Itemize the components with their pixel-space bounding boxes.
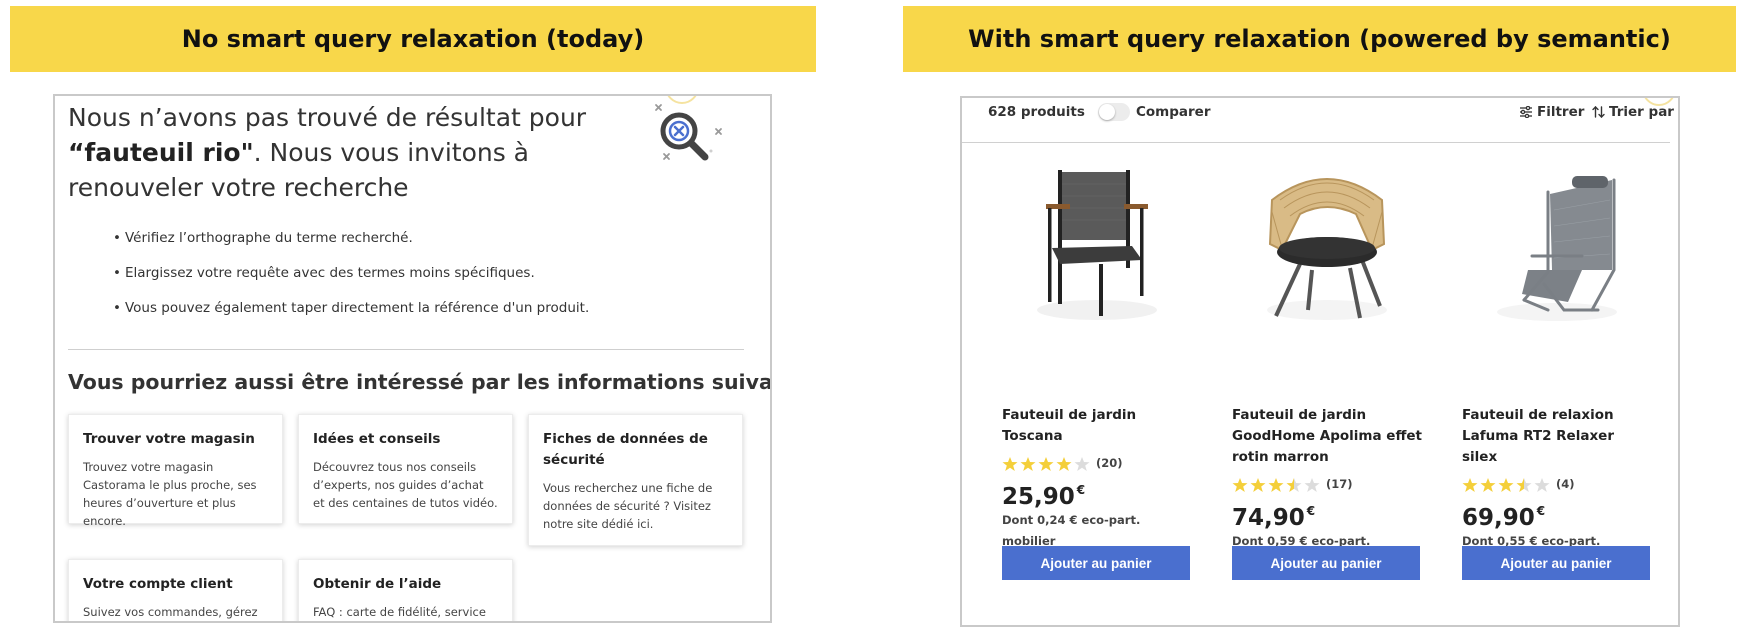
review-count: (4): [1556, 477, 1575, 491]
card-description: FAQ : carte de fidélité, service: [313, 605, 486, 619]
price-value: 69,90: [1462, 505, 1535, 531]
card-description: Découvrez tous nos conseils d’experts, n…: [313, 460, 498, 510]
results-toolbar: 628 produits Comparer Filtrer Trier par: [962, 98, 1678, 142]
price-value: 74,90: [1232, 505, 1305, 531]
no-results-screenshot: Nous n’avons pas trouvé de résultat pour…: [53, 94, 772, 623]
review-count: (17): [1326, 477, 1353, 491]
search-query: “fauteuil rio": [68, 138, 254, 167]
product-card[interactable]: Fauteuil de jardin Toscana (20) 25,90 € D…: [1002, 160, 1192, 548]
product-image[interactable]: [1462, 160, 1652, 360]
compare-label: Comparer: [1136, 104, 1211, 120]
star-icon: [1480, 477, 1496, 492]
card-title: Idées et conseils: [313, 431, 441, 447]
star-rating: [1002, 456, 1090, 472]
star-icon: [1038, 456, 1054, 471]
add-to-cart-button[interactable]: Ajouter au panier: [1232, 546, 1420, 580]
no-results-message: Nous n’avons pas trouvé de résultat pour…: [68, 100, 658, 205]
star-icon: [1232, 477, 1248, 492]
divider: [68, 349, 744, 350]
sort-label: Trier par: [1609, 104, 1674, 120]
add-to-cart-button[interactable]: Ajouter au panier: [1002, 546, 1190, 580]
rating: (17): [1232, 474, 1422, 495]
currency: €: [1076, 483, 1086, 497]
card-get-help[interactable]: Obtenir de l’aide FAQ : carte de fidélit…: [298, 559, 513, 621]
comparison-label-semantic: With smart query relaxation (powered by …: [903, 6, 1736, 72]
currency: €: [1306, 504, 1316, 518]
price: 74,90 €: [1232, 501, 1422, 531]
tip-item: Vous pouvez également taper directement …: [113, 299, 589, 334]
product-name[interactable]: Fauteuil de relaxion Lafuma RT2 Relaxer …: [1462, 405, 1652, 468]
card-title: Fiches de données de sécurité: [543, 431, 708, 468]
banner-title-right: With smart query relaxation (powered by …: [968, 25, 1671, 53]
product-card[interactable]: Fauteuil de jardin GoodHome Apolima effe…: [1232, 160, 1422, 569]
result-count: 628 produits: [988, 104, 1085, 120]
card-title: Obtenir de l’aide: [313, 576, 442, 592]
card-customer-account[interactable]: Votre compte client Suivez vos commandes…: [68, 559, 283, 621]
filter-label: Filtrer: [1537, 104, 1585, 120]
star-icon: [1002, 456, 1018, 471]
product-name[interactable]: Fauteuil de jardin Toscana: [1002, 405, 1192, 447]
star-icon: [1462, 477, 1478, 492]
price: 69,90 €: [1462, 501, 1652, 531]
tip-item: Vérifiez l’orthographe du terme recherch…: [113, 229, 589, 264]
chair-icon: [1037, 170, 1157, 320]
card-safety-data-sheets[interactable]: Fiches de données de sécurité Vous reche…: [528, 414, 743, 546]
filter-button[interactable]: Filtrer: [1519, 104, 1584, 120]
rating: (4): [1462, 474, 1652, 495]
star-icon: [1056, 456, 1072, 471]
star-rating: [1232, 477, 1320, 493]
banner-title-left: No smart query relaxation (today): [181, 25, 645, 53]
toolbar-divider: [962, 142, 1670, 143]
star-icon: [1304, 477, 1320, 492]
card-ideas-advice[interactable]: Idées et conseils Découvrez tous nos con…: [298, 414, 513, 524]
card-title: Votre compte client: [83, 576, 233, 592]
more-info-heading: Vous pourriez aussi être intéressé par l…: [68, 370, 772, 394]
star-icon: [1020, 456, 1036, 471]
price: 25,90 €: [1002, 480, 1192, 510]
product-image[interactable]: [1002, 160, 1192, 360]
relax-chair-icon: [1497, 176, 1617, 321]
card-description: Suivez vos commandes, gérez vos: [83, 605, 258, 619]
product-card[interactable]: Fauteuil de relaxion Lafuma RT2 Relaxer …: [1462, 160, 1652, 569]
review-count: (20): [1096, 456, 1123, 470]
sort-button[interactable]: Trier par: [1592, 104, 1674, 120]
product-name[interactable]: Fauteuil de jardin GoodHome Apolima effe…: [1232, 405, 1422, 468]
search-tips-list: Vérifiez l’orthographe du terme recherch…: [113, 229, 589, 334]
product-info: Fauteuil de jardin Toscana (20) 25,90 € D…: [1002, 405, 1192, 552]
rattan-chair-icon: [1267, 178, 1387, 320]
currency: €: [1536, 504, 1546, 518]
price-value: 25,90: [1002, 484, 1075, 510]
magnifier-illustration-icon: [653, 99, 733, 179]
rating: (20): [1002, 453, 1192, 474]
product-results-screenshot: 628 produits Comparer Filtrer Trier par: [960, 96, 1680, 627]
star-icon: [1074, 456, 1090, 471]
card-title: Trouver votre magasin: [83, 431, 255, 447]
star-icon: [1516, 477, 1532, 492]
star-icon: [1286, 477, 1302, 492]
star-icon: [1498, 477, 1514, 492]
add-to-cart-button[interactable]: Ajouter au panier: [1462, 546, 1650, 580]
filter-sliders-icon: [1520, 106, 1532, 118]
star-rating: [1462, 477, 1550, 493]
card-description: Vous recherchez une fiche de données de …: [543, 481, 713, 531]
comparison-label-today: No smart query relaxation (today): [10, 6, 816, 72]
compare-toggle[interactable]: [1098, 103, 1130, 121]
card-description: Trouvez votre magasin Castorama le plus …: [83, 460, 257, 528]
no-results-line1: Nous n’avons pas trouvé de résultat pour: [68, 103, 587, 132]
tip-item: Elargissez votre requête avec des termes…: [113, 264, 589, 299]
toggle-knob: [1099, 104, 1115, 120]
star-icon: [1250, 477, 1266, 492]
card-find-store[interactable]: Trouver votre magasin Trouvez votre maga…: [68, 414, 283, 528]
star-icon: [1268, 477, 1284, 492]
product-image[interactable]: [1232, 160, 1422, 360]
star-icon: [1534, 477, 1550, 492]
sort-arrows-icon: [1592, 106, 1605, 118]
